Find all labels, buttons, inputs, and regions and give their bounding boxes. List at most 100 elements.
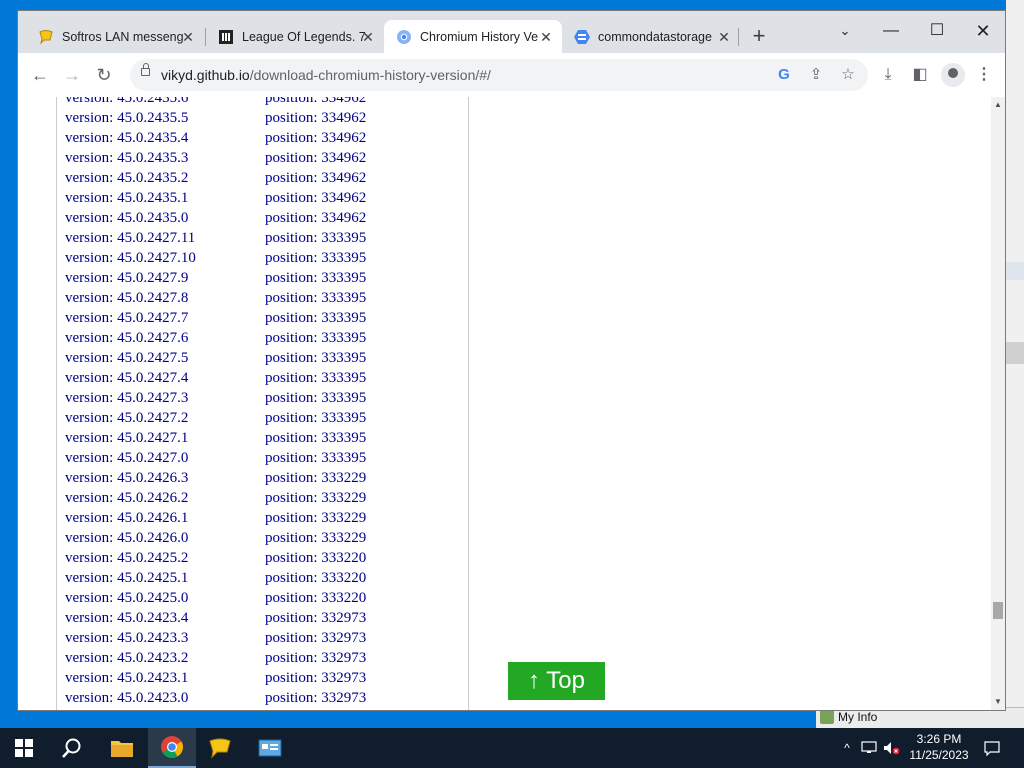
google-translate-icon[interactable]: G [774,65,794,85]
position-link[interactable]: position: 333220 [265,550,366,567]
position-link[interactable]: position: 333395 [265,270,366,287]
position-link[interactable]: position: 333395 [265,290,366,307]
close-icon[interactable]: ✕ [180,29,196,45]
softros-taskbar-button[interactable] [196,728,244,768]
close-icon[interactable]: ✕ [360,29,376,45]
version-link[interactable]: version: 45.0.2425.0 [65,590,188,607]
position-link[interactable]: position: 333229 [265,530,366,547]
position-link[interactable]: position: 333229 [265,510,366,527]
forward-button[interactable]: → [61,64,83,86]
volume-muted-icon[interactable] [882,728,902,768]
position-link[interactable]: position: 332973 [265,610,366,627]
notifications-icon[interactable] [980,728,1004,768]
position-link[interactable]: position: 332973 [265,670,366,687]
version-link[interactable]: version: 45.0.2427.5 [65,350,188,367]
version-link[interactable]: version: 45.0.2427.8 [65,290,188,307]
position-link[interactable]: position: 333395 [265,410,366,427]
profile-avatar[interactable] [941,63,965,87]
position-link[interactable]: position: 334962 [265,170,366,187]
position-link[interactable]: position: 334962 [265,130,366,147]
version-link[interactable]: version: 45.0.2427.9 [65,270,188,287]
position-link[interactable]: position: 333395 [265,350,366,367]
url-text[interactable]: vikyd.github.io/download-chromium-histor… [161,67,491,83]
position-link[interactable]: position: 333395 [265,230,366,247]
version-link[interactable]: version: 45.0.2425.2 [65,550,188,567]
my-info-title[interactable]: My Info [820,710,877,724]
menu-kebab-icon[interactable]: ⋮ [973,64,995,86]
position-link[interactable]: position: 333395 [265,390,366,407]
search-button[interactable] [48,728,96,768]
start-button[interactable] [0,728,48,768]
maximize-button[interactable]: ☐ [914,17,960,45]
tab-commondatastorage[interactable]: commondatastorage ✕ [562,20,740,53]
version-link[interactable]: version: 45.0.2427.6 [65,330,188,347]
version-link[interactable]: version: 45.0.2423.0 [65,690,188,707]
version-link[interactable]: version: 45.0.2427.4 [65,370,188,387]
version-link[interactable]: version: 45.0.2425.1 [65,570,188,587]
position-link[interactable]: position: 333220 [265,590,366,607]
version-link[interactable]: version: 45.0.2427.0 [65,450,188,467]
new-tab-button[interactable]: + [749,25,769,47]
version-link[interactable]: version: 45.0.2427.3 [65,390,188,407]
chrome-taskbar-button[interactable] [148,728,196,768]
version-link[interactable]: version: 45.0.2426.1 [65,510,188,527]
download-icon[interactable]: ⤓ [877,64,899,86]
version-link[interactable]: version: 45.0.2427.11 [65,230,195,247]
address-bar[interactable]: vikyd.github.io/download-chromium-histor… [130,59,868,91]
reload-button[interactable]: ↻ [93,64,115,86]
position-link[interactable]: position: 333220 [265,570,366,587]
position-link[interactable]: position: 333395 [265,330,366,347]
version-link[interactable]: version: 45.0.2427.1 [65,430,188,447]
version-link[interactable]: version: 45.0.2435.6 [65,97,188,107]
position-link[interactable]: position: 334962 [265,97,366,107]
tab-chromium-history[interactable]: Chromium History Ve ✕ [384,20,562,53]
lock-icon[interactable] [141,63,150,76]
version-link[interactable]: version: 45.0.2427.2 [65,410,188,427]
back-button[interactable]: ← [29,64,51,86]
position-link[interactable]: position: 333395 [265,370,366,387]
version-link[interactable]: version: 45.0.2426.2 [65,490,188,507]
version-link[interactable]: version: 45.0.2426.0 [65,530,188,547]
side-panel-icon[interactable]: ◧ [909,64,931,86]
position-link[interactable]: position: 332973 [265,690,366,707]
position-link[interactable]: position: 332973 [265,630,366,647]
system-clock[interactable]: 3:26 PM 11/25/2023 [905,731,973,763]
position-link[interactable]: position: 334962 [265,210,366,227]
position-link[interactable]: position: 334962 [265,150,366,167]
position-link[interactable]: position: 334962 [265,110,366,127]
version-link[interactable]: version: 45.0.2426.3 [65,470,188,487]
position-link[interactable]: position: 333229 [265,470,366,487]
scroll-up-arrow-icon[interactable]: ▲ [993,100,1003,110]
position-link[interactable]: position: 334962 [265,190,366,207]
scroll-down-arrow-icon[interactable]: ▼ [993,697,1003,707]
position-link[interactable]: position: 333395 [265,430,366,447]
show-hidden-icons-chevron-icon[interactable]: ^ [838,728,856,768]
tab-search-button[interactable]: ⌄ [822,17,868,45]
version-link[interactable]: version: 45.0.2427.7 [65,310,188,327]
tab-softros[interactable]: Softros LAN messeng ✕ [26,20,204,53]
version-link[interactable]: version: 45.0.2435.0 [65,210,188,227]
file-explorer-taskbar-button[interactable] [98,728,146,768]
position-link[interactable]: position: 333395 [265,250,366,267]
version-link[interactable]: version: 45.0.2423.3 [65,630,188,647]
vertical-scrollbar[interactable]: ▲ ▼ [991,97,1005,710]
close-icon[interactable]: ✕ [538,29,554,45]
version-link[interactable]: version: 45.0.2423.2 [65,650,188,667]
bookmark-star-icon[interactable]: ☆ [838,65,858,85]
minimize-button[interactable]: — [868,17,914,45]
position-link[interactable]: position: 333395 [265,450,366,467]
version-link[interactable]: version: 45.0.2435.2 [65,170,188,187]
scrollbar-thumb[interactable] [993,602,1003,619]
control-panel-taskbar-button[interactable] [246,728,294,768]
version-link[interactable]: version: 45.0.2427.10 [65,250,196,267]
version-link[interactable]: version: 45.0.2423.1 [65,670,188,687]
close-icon[interactable]: ✕ [716,29,732,45]
version-link[interactable]: version: 45.0.2423.4 [65,610,188,627]
position-link[interactable]: position: 333229 [265,490,366,507]
version-link[interactable]: version: 45.0.2435.1 [65,190,188,207]
version-link[interactable]: version: 45.0.2435.4 [65,130,188,147]
share-icon[interactable]: ⇪ [806,65,826,85]
network-icon[interactable] [860,728,878,768]
close-window-button[interactable]: ✕ [960,17,1006,45]
position-link[interactable]: position: 332973 [265,650,366,667]
